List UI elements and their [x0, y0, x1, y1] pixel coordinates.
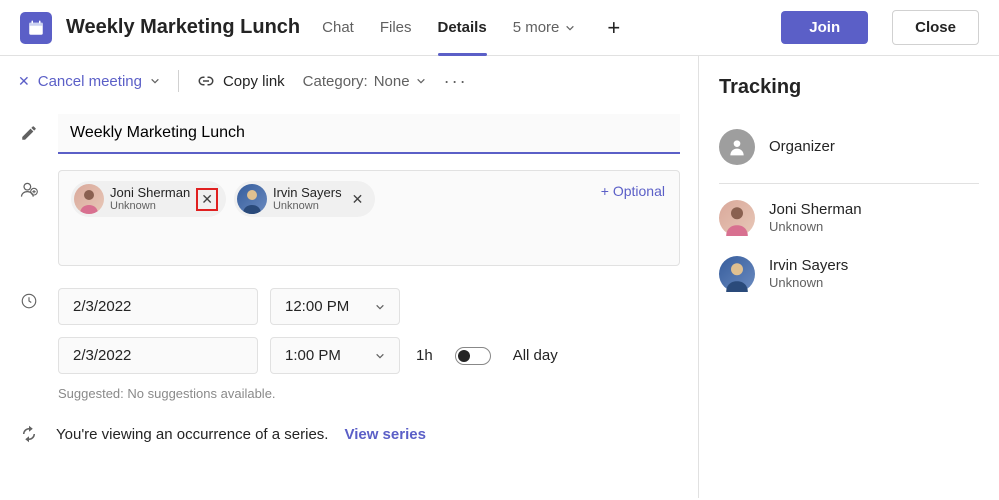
tracking-pane: Tracking Organizer Joni Sherman Unknown	[699, 56, 999, 498]
end-date-input[interactable]: 2/3/2022	[58, 337, 258, 374]
tracking-title: Tracking	[719, 76, 979, 99]
link-icon	[197, 74, 215, 88]
attendee-chip: Irvin Sayers Unknown ✕	[234, 181, 375, 217]
organizer-avatar-icon	[719, 129, 755, 165]
all-day-toggle[interactable]	[455, 347, 491, 365]
details-toolbar: ✕ Cancel meeting Copy link Category: Non…	[0, 56, 698, 106]
close-icon: ✕	[18, 73, 30, 90]
end-time-input[interactable]: 1:00 PM	[270, 337, 400, 374]
tracking-person-row: Irvin Sayers Unknown	[719, 246, 979, 302]
add-tab-button[interactable]: +	[607, 15, 620, 41]
start-time-value: 12:00 PM	[285, 298, 349, 315]
close-button[interactable]: Close	[892, 10, 979, 45]
tracking-person-name: Joni Sherman	[769, 201, 862, 219]
add-optional-button[interactable]: + Optional	[601, 183, 665, 199]
category-selector[interactable]: Category: None	[303, 73, 426, 90]
attendee-status: Unknown	[110, 200, 190, 212]
main-pane: ✕ Cancel meeting Copy link Category: Non…	[0, 56, 699, 498]
tracking-organizer-row: Organizer	[719, 119, 979, 184]
attendees-field[interactable]: Joni Sherman Unknown ✕ Irvin Sayers Unkn…	[58, 170, 680, 266]
divider	[178, 70, 179, 92]
chevron-down-icon	[375, 302, 385, 312]
edit-icon	[18, 114, 40, 142]
avatar	[719, 200, 755, 236]
start-time-input[interactable]: 12:00 PM	[270, 288, 400, 325]
tab-more[interactable]: 5 more	[513, 13, 576, 42]
copy-link-label: Copy link	[223, 73, 285, 90]
attendee-name: Joni Sherman	[110, 186, 190, 200]
avatar	[74, 184, 104, 214]
chevron-down-icon	[150, 76, 160, 86]
tab-chat[interactable]: Chat	[322, 13, 354, 42]
remove-attendee-button[interactable]: ✕	[348, 189, 368, 210]
start-date-input[interactable]: 2/3/2022	[58, 288, 258, 325]
suggested-times-text: Suggested: No suggestions available.	[58, 380, 680, 401]
copy-link-button[interactable]: Copy link	[197, 73, 285, 90]
clock-icon	[18, 282, 40, 310]
cancel-meeting-button[interactable]: ✕ Cancel meeting	[18, 73, 160, 90]
people-add-icon	[18, 170, 40, 200]
tracking-person-name: Irvin Sayers	[769, 257, 848, 275]
category-value: None	[374, 73, 410, 90]
end-time-value: 1:00 PM	[285, 347, 341, 364]
more-actions-button[interactable]: ···	[444, 71, 468, 92]
calendar-app-icon	[20, 12, 52, 44]
tab-files[interactable]: Files	[380, 13, 412, 42]
tracking-person-row: Joni Sherman Unknown	[719, 190, 979, 246]
window-header: Weekly Marketing Lunch Chat Files Detail…	[0, 0, 999, 56]
chevron-down-icon	[416, 76, 426, 86]
chevron-down-icon	[375, 351, 385, 361]
tab-details[interactable]: Details	[438, 13, 487, 42]
avatar	[719, 256, 755, 292]
cancel-meeting-label: Cancel meeting	[38, 73, 142, 90]
tab-more-label: 5 more	[513, 19, 560, 36]
attendee-chip: Joni Sherman Unknown ✕	[71, 181, 226, 217]
chevron-down-icon	[565, 23, 575, 33]
view-series-link[interactable]: View series	[344, 426, 425, 443]
join-button[interactable]: Join	[781, 11, 868, 44]
series-notice-text: You're viewing an occurrence of a series…	[56, 426, 328, 443]
attendee-name: Irvin Sayers	[273, 186, 342, 200]
attendee-status: Unknown	[273, 200, 342, 212]
recurrence-icon	[18, 425, 40, 443]
duration-label: 1h	[416, 347, 433, 364]
meeting-title: Weekly Marketing Lunch	[66, 16, 300, 39]
tracking-person-status: Unknown	[769, 219, 862, 235]
tab-strip: Chat Files Details 5 more +	[322, 13, 620, 42]
tracking-person-status: Unknown	[769, 275, 848, 291]
category-label: Category:	[303, 73, 368, 90]
remove-attendee-button[interactable]: ✕	[196, 188, 218, 211]
event-title-input[interactable]	[58, 114, 680, 154]
avatar	[237, 184, 267, 214]
all-day-label: All day	[513, 347, 558, 364]
tracking-role-label: Organizer	[769, 138, 835, 156]
